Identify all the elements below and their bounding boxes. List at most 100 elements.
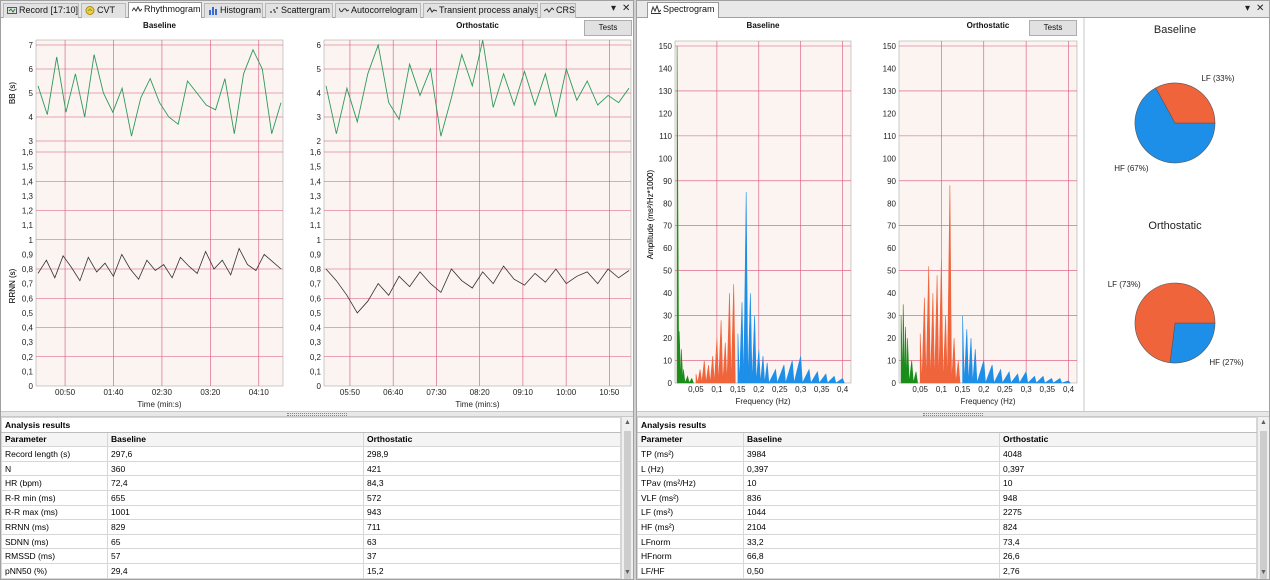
x-axis-label: Time (min:s) — [137, 400, 181, 409]
table-row[interactable]: HF (ms²) 2104 824 — [637, 519, 1257, 535]
histogram-icon — [208, 6, 218, 15]
column-header[interactable]: Parameter — [637, 431, 744, 448]
cell: LF/HF — [637, 562, 744, 579]
y-tick-label: 1,5 — [310, 163, 322, 172]
tab-crs[interactable]: CRS — [540, 3, 576, 18]
y-tick-label: 3 — [317, 113, 322, 122]
y-tick-label: 70 — [887, 222, 896, 231]
table-row[interactable]: RRNN (ms) 829 711 — [1, 519, 621, 535]
tab-label: Autocorrelogram — [351, 5, 418, 15]
table-row[interactable]: LF (ms²) 1044 2275 — [637, 504, 1257, 521]
pin-dropdown-icon[interactable]: ▾ — [1245, 3, 1250, 15]
tab-spectrogram[interactable]: Spectrogram — [647, 2, 719, 19]
x-axis-label: Frequency (Hz) — [735, 397, 790, 406]
x-tick-label: 0,05 — [688, 385, 704, 394]
close-icon[interactable]: ✕ — [1256, 3, 1264, 15]
column-header[interactable]: Orthostatic — [363, 431, 621, 448]
y-tick-label: 0,8 — [310, 265, 322, 274]
cell: 572 — [363, 489, 621, 506]
cell: HF (ms²) — [637, 519, 744, 535]
chart-title: Baseline — [143, 21, 176, 30]
tab-record[interactable]: Record [17:10] — [3, 3, 79, 18]
analysis-results-table: Analysis results Parameter Baseline Orth… — [1, 417, 621, 579]
x-tick-label: 06:40 — [383, 388, 404, 397]
table-row[interactable]: L (Hz) 0,397 0,397 — [637, 460, 1257, 477]
table-row[interactable]: pNN50 (%) 29,4 15,2 — [1, 562, 621, 579]
transient-icon — [426, 6, 438, 15]
y-tick-label: 0 — [668, 379, 673, 388]
table-row[interactable]: HFnorm 66,8 26,6 — [637, 548, 1257, 564]
x-axis-label: Frequency (Hz) — [960, 397, 1015, 406]
vertical-scrollbar[interactable]: ▲ ▼ — [621, 417, 633, 579]
pin-dropdown-icon[interactable]: ▾ — [611, 3, 616, 15]
cell: LFnorm — [637, 533, 744, 550]
cell: 360 — [107, 460, 364, 477]
scroll-up-icon[interactable]: ▲ — [622, 417, 633, 429]
pie-slice-label: LF (73%) — [1108, 280, 1141, 289]
x-tick-label: 05:50 — [340, 388, 361, 397]
chart-title: Baseline — [747, 21, 780, 30]
tab-cvt[interactable]: CVT — [81, 3, 126, 18]
cell: 65 — [107, 533, 364, 550]
table-row[interactable]: HR (bpm) 72,4 84,3 — [1, 475, 621, 491]
cell: 73,4 — [999, 533, 1257, 550]
table-row[interactable]: TP (ms²) 3984 4048 — [637, 446, 1257, 462]
cell: 0,50 — [743, 562, 1000, 579]
cell: 33,2 — [743, 533, 1000, 550]
table-row[interactable]: R-R min (ms) 655 572 — [1, 489, 621, 506]
cell: 948 — [999, 489, 1257, 506]
column-header[interactable]: Baseline — [107, 431, 364, 448]
tab-autocorrelogram[interactable]: Autocorrelogram — [335, 3, 421, 18]
table-row[interactable]: N 360 421 — [1, 460, 621, 477]
tab-transient-process-analysis[interactable]: Transient process analysis — [423, 3, 538, 18]
plot-background — [323, 39, 632, 387]
splitter-grip[interactable] — [287, 413, 347, 416]
chart-title: Orthostatic — [967, 21, 1010, 30]
splitter-grip[interactable] — [923, 413, 983, 416]
vertical-scrollbar[interactable]: ▲ ▼ — [1257, 417, 1269, 579]
table-row[interactable]: LFnorm 33,2 73,4 — [637, 533, 1257, 550]
x-tick-label: 0,35 — [814, 385, 830, 394]
tests-button[interactable]: Tests — [584, 20, 632, 36]
cell: 711 — [363, 519, 621, 535]
rhythmogram-panel: Record [17:10] CVT Rhythmogram Histogram… — [0, 0, 634, 580]
table-row[interactable]: LF/HF 0,50 2,76 — [637, 562, 1257, 579]
tab-histogram[interactable]: Histogram — [204, 3, 263, 18]
tab-rhythmogram[interactable]: Rhythmogram — [128, 2, 202, 19]
y-tick-label: 0,3 — [22, 338, 34, 347]
y-tick-label: 1,6 — [22, 148, 34, 157]
x-tick-label: 0,2 — [753, 385, 765, 394]
column-header[interactable]: Orthostatic — [999, 431, 1257, 448]
table-row[interactable]: Record length (s) 297,6 298,9 — [1, 446, 621, 462]
cell: 943 — [363, 504, 621, 521]
cell: 63 — [363, 533, 621, 550]
table-row[interactable]: TPav (ms²/Hz) 10 10 — [637, 475, 1257, 491]
scroll-up-icon[interactable]: ▲ — [1258, 417, 1269, 429]
y-axis-label: RRNN (s) — [8, 268, 17, 303]
scroll-down-icon[interactable]: ▼ — [1258, 567, 1269, 579]
table-row[interactable]: R-R max (ms) 1001 943 — [1, 504, 621, 521]
y-tick-label: 100 — [883, 154, 897, 163]
scrollbar-thumb[interactable] — [1260, 431, 1267, 579]
table-row[interactable]: VLF (ms²) 836 948 — [637, 489, 1257, 506]
y-tick-label: 0,2 — [310, 353, 322, 362]
y-tick-label: 90 — [663, 177, 672, 186]
table-row[interactable]: SDNN (ms) 65 63 — [1, 533, 621, 550]
cell: TP (ms²) — [637, 446, 744, 462]
x-tick-label: 10:50 — [599, 388, 620, 397]
tab-scattergram[interactable]: Scattergram — [265, 3, 333, 18]
scrollbar-thumb[interactable] — [624, 431, 631, 579]
column-header[interactable]: Parameter — [1, 431, 108, 448]
y-tick-label: 0,1 — [22, 367, 34, 376]
close-icon[interactable]: ✕ — [622, 3, 630, 15]
y-tick-label: 1,4 — [22, 177, 34, 186]
column-header[interactable]: Baseline — [743, 431, 1000, 448]
tests-button[interactable]: Tests — [1029, 20, 1077, 36]
y-tick-label: 0 — [29, 382, 34, 391]
scroll-down-icon[interactable]: ▼ — [622, 567, 633, 579]
table-row[interactable]: RMSSD (ms) 57 37 — [1, 548, 621, 564]
y-tick-label: 80 — [887, 199, 896, 208]
y-tick-label: 0,2 — [22, 353, 34, 362]
y-tick-label: 0,5 — [22, 309, 34, 318]
cell: 824 — [999, 519, 1257, 535]
